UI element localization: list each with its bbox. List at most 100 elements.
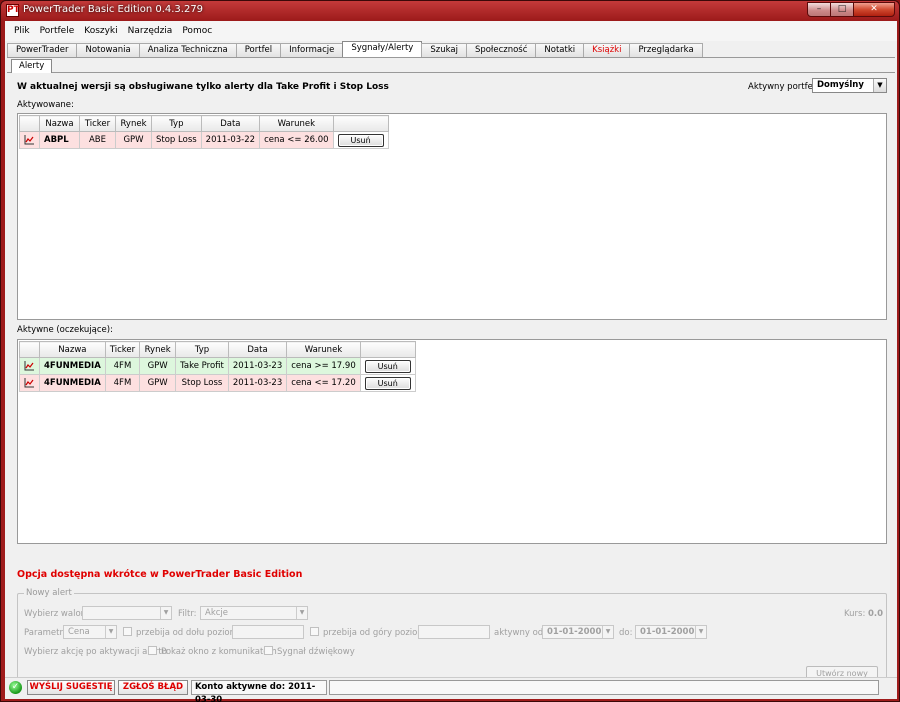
tab-powertrader[interactable]: PowerTrader [7, 43, 78, 57]
status-bar: ✓ WYŚLIJ SUGESTIĘ ZGŁOŚ BŁĄD Konto aktyw… [5, 677, 897, 702]
minimize-button[interactable]: – [807, 2, 831, 17]
show-window-checkbox[interactable] [148, 646, 157, 655]
pending-table: Nazwa Ticker Rynek Typ Data Warunek 4FUNMEDIA 4… [19, 341, 416, 392]
delete-alert-button[interactable]: Usuń [364, 359, 411, 373]
param-select[interactable]: Cena ▼ [63, 625, 117, 639]
to-value: 01-01-2000 [640, 627, 695, 637]
chevron-down-icon: ▼ [160, 607, 171, 619]
coming-soon-notice: Opcja dostępna wkrótce w PowerTrader Bas… [17, 569, 303, 580]
tab-portfel[interactable]: Portfel [235, 43, 282, 57]
column-header[interactable]: Nazwa [39, 115, 80, 132]
cell-market: GPW [115, 131, 152, 149]
cell-date: 2011-03-22 [200, 131, 261, 149]
report-bug-button[interactable]: ZGŁOŚ BŁĄD [118, 680, 188, 695]
tab-społeczność[interactable]: Społeczność [465, 43, 537, 57]
cell-ticker: ABE [79, 131, 116, 149]
tab-książki[interactable]: Książki [583, 43, 631, 57]
cell-action: Usuń [332, 131, 389, 149]
active-from-date[interactable]: 01-01-2000 ▼ [542, 625, 614, 639]
column-header[interactable] [359, 341, 416, 358]
column-header[interactable]: Warunek [286, 341, 361, 358]
column-header[interactable] [332, 115, 389, 132]
param-value: Cena [68, 627, 90, 637]
send-suggestion-button[interactable]: WYŚLIJ SUGESTIĘ [27, 680, 115, 695]
column-header[interactable] [19, 341, 40, 358]
active-from-label: aktywny od: [494, 628, 547, 638]
filter-label: Filtr: [178, 609, 197, 619]
column-header[interactable]: Typ [151, 115, 202, 132]
filter-select[interactable]: Akcje ▼ [200, 606, 308, 620]
maximize-button[interactable]: □ [830, 2, 854, 17]
sub-tabs: Alerty [7, 59, 895, 73]
cross-above-checkbox[interactable] [310, 627, 319, 636]
row-icon-cell [19, 374, 40, 392]
tab-szukaj[interactable]: Szukaj [421, 43, 467, 57]
main-tabs: PowerTrader Notowania Analiza Techniczna Po… [7, 41, 895, 58]
column-header[interactable]: Ticker [104, 341, 141, 358]
cell-condition: cena >= 17.90 [286, 357, 361, 375]
column-header[interactable]: Rynek [115, 115, 152, 132]
column-header[interactable]: Warunek [259, 115, 334, 132]
table-row[interactable]: 4FUNMEDIA 4FM GPW Take Profit 2011-03-23 cena… [19, 357, 416, 375]
column-header[interactable]: Ticker [79, 115, 116, 132]
tab-alerty[interactable]: Alerty [11, 59, 53, 73]
tab-informacje[interactable]: Informacje [280, 43, 344, 57]
column-header[interactable]: Typ [175, 341, 229, 358]
cell-action: Usuń [359, 374, 416, 392]
account-status: Konto aktywne do: 2011-03-30 [191, 680, 327, 702]
tab-sygnały-alerty[interactable]: Sygnały/Alerty [342, 41, 423, 57]
choose-security-select[interactable]: ▼ [82, 606, 172, 620]
sound-checkbox[interactable] [264, 646, 273, 655]
delete-alert-button[interactable]: Usuń [364, 376, 411, 390]
portfolio-label: Aktywny portfel: [748, 82, 819, 92]
chart-icon [24, 360, 34, 371]
cell-ticker: 4FM [104, 357, 141, 375]
to-date[interactable]: 01-01-2000 ▼ [635, 625, 707, 639]
tab-notatki[interactable]: Notatki [535, 43, 585, 57]
table-row[interactable]: 4FUNMEDIA 4FM GPW Stop Loss 2011-03-23 cena <… [19, 374, 416, 392]
active-from-value: 01-01-2000 [547, 627, 602, 637]
cell-type: Take Profit [175, 357, 229, 375]
column-header[interactable]: Data [200, 115, 261, 132]
cross-below-input[interactable] [232, 625, 304, 639]
cross-above-label: przebija od góry poziom: [323, 628, 429, 638]
pending-list[interactable]: Nazwa Ticker Rynek Typ Data Warunek 4FUNMEDIA 4… [17, 339, 887, 544]
column-header[interactable] [19, 115, 40, 132]
menu-plik[interactable]: Plik [9, 26, 35, 36]
status-extra [329, 680, 879, 695]
tab-analiza-techniczna[interactable]: Analiza Techniczna [138, 43, 237, 57]
cell-action: Usuń [359, 357, 416, 375]
portfolio-select[interactable]: Domyślny ▼ [812, 78, 887, 93]
menu-portfele[interactable]: Portfele [35, 26, 80, 36]
to-label: do: [619, 628, 633, 638]
row-icon-cell [19, 131, 40, 149]
title-bar[interactable]: PT PowerTrader Basic Edition 0.4.3.279 –… [1, 1, 899, 21]
chart-icon [24, 134, 34, 145]
activated-list[interactable]: Nazwa Ticker Rynek Typ Data Warunek ABPL ABE GPW… [17, 113, 887, 320]
table-row[interactable]: ABPL ABE GPW Stop Loss 2011-03-22 cena <= 26.… [19, 131, 389, 149]
rate-label: Kurs: [844, 609, 866, 619]
client-area: Plik Portfele Koszyki Narzędzia Pomoc Po… [5, 21, 897, 702]
cross-above-input[interactable] [418, 625, 490, 639]
menu-narzedzia[interactable]: Narzędzia [123, 26, 178, 36]
sound-label: Sygnał dźwiękowy [277, 647, 355, 657]
cell-condition: cena <= 17.20 [286, 374, 361, 392]
cell-date: 2011-03-23 [227, 357, 288, 375]
row-icon-cell [19, 357, 40, 375]
chevron-down-icon: ▼ [695, 626, 706, 638]
cross-below-checkbox[interactable] [123, 627, 132, 636]
chevron-down-icon: ▼ [602, 626, 613, 638]
column-header[interactable]: Nazwa [39, 341, 106, 358]
choose-security-label: Wybierz walor: [24, 609, 87, 619]
tab-notowania[interactable]: Notowania [76, 43, 140, 57]
alerts-panel: W aktualnej wersji są obsługiwane tylko … [7, 73, 895, 692]
column-header[interactable]: Data [227, 341, 288, 358]
menu-koszyki[interactable]: Koszyki [79, 26, 122, 36]
column-header[interactable]: Rynek [139, 341, 177, 358]
menu-pomoc[interactable]: Pomoc [177, 26, 217, 36]
delete-alert-button[interactable]: Usuń [337, 133, 384, 147]
filter-value: Akcje [205, 608, 229, 618]
close-button[interactable]: ✕ [853, 2, 895, 17]
tab-przeglądarka[interactable]: Przeglądarka [629, 43, 703, 57]
param-label: Parametr: [24, 628, 66, 638]
